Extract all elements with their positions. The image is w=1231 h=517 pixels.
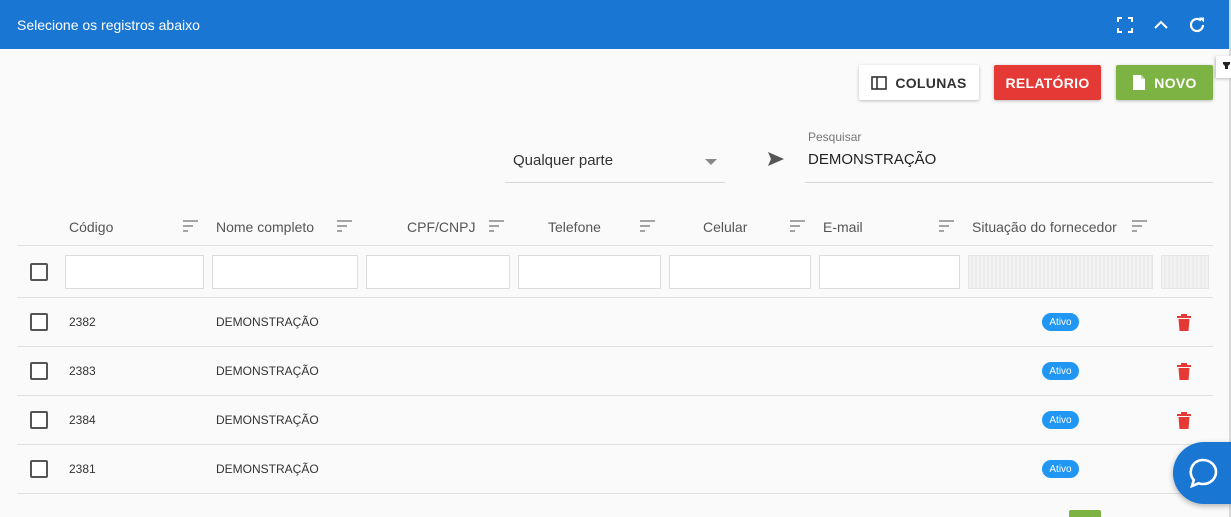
sort-icon[interactable] [489,220,504,232]
chevron-up-icon[interactable] [1152,16,1170,34]
status-badge: Ativo [1042,460,1079,478]
row-checkbox[interactable] [30,460,48,478]
pin-icon [1223,62,1230,69]
table-header: Código Nome completo CPF/CNPJ Telefone C… [17,210,1213,246]
report-label: RELATÓRIO [1005,74,1090,91]
row-code: 2382 [69,315,96,329]
table-row[interactable]: 2381 DEMONSTRAÇÃO Ativo [17,445,1213,494]
table-row[interactable]: 2382 DEMONSTRAÇÃO Ativo [17,298,1213,347]
filter-cpf-input[interactable] [366,255,510,289]
sort-icon[interactable] [790,220,805,232]
sort-icon[interactable] [939,220,954,232]
window-header: Selecione os registros abaixo [0,0,1229,49]
search-mode-select[interactable]: Qualquer parte [505,140,725,183]
sort-icon[interactable] [640,220,655,232]
caret-down-icon [705,159,717,165]
trash-icon[interactable] [1176,411,1192,430]
search-field[interactable]: Pesquisar [805,127,1213,183]
row-name: DEMONSTRAÇÃO [216,413,319,427]
sort-icon[interactable] [337,220,352,232]
select-all-checkbox[interactable] [30,263,48,281]
column-header-codigo[interactable]: Código [69,219,113,235]
filter-celular-input[interactable] [669,255,811,289]
column-header-nome[interactable]: Nome completo [216,219,314,235]
search-label: Pesquisar [808,130,862,144]
columns-icon [871,75,888,90]
row-code: 2381 [69,462,96,476]
pin-tab[interactable] [1216,56,1231,78]
filter-telefone-input[interactable] [518,255,661,289]
sort-icon[interactable] [1132,220,1147,232]
column-header-situacao[interactable]: Situação do fornecedor [972,219,1117,235]
page-title: Selecione os registros abaixo [17,17,200,33]
status-badge: Ativo [1042,411,1079,429]
file-icon [1133,75,1146,90]
row-checkbox[interactable] [30,411,48,429]
search-input[interactable] [808,151,1208,168]
table-row[interactable]: 2384 DEMONSTRAÇÃO Ativo [17,396,1213,445]
refresh-icon[interactable] [1188,16,1206,34]
filter-row [17,246,1213,298]
column-header-celular[interactable]: Celular [703,219,747,235]
status-badge: Ativo [1042,362,1079,380]
chat-widget-button[interactable] [1173,442,1231,504]
column-header-email[interactable]: E-mail [823,219,863,235]
row-name: DEMONSTRAÇÃO [216,364,319,378]
columns-button[interactable]: COLUNAS [859,65,979,100]
filter-email-input[interactable] [819,255,960,289]
new-label: NOVO [1154,74,1197,91]
row-name: DEMONSTRAÇÃO [216,315,319,329]
column-header-cpf[interactable]: CPF/CNPJ [407,219,475,235]
row-code: 2383 [69,364,96,378]
status-badge: Ativo [1042,313,1079,331]
row-name: DEMONSTRAÇÃO [216,462,319,476]
row-checkbox[interactable] [30,313,48,331]
filter-codigo-input[interactable] [65,255,204,289]
search-mode-value: Qualquer parte [513,152,614,169]
fullscreen-icon[interactable] [1116,16,1134,34]
new-button[interactable]: NOVO [1116,65,1213,100]
pagination-button[interactable] [1069,510,1101,517]
column-header-telefone[interactable]: Telefone [548,219,601,235]
filter-actions-cell [1161,255,1209,289]
table-row[interactable]: 2383 DEMONSTRAÇÃO Ativo [17,347,1213,396]
columns-label: COLUNAS [895,74,967,91]
report-button[interactable]: RELATÓRIO [994,65,1101,100]
chat-bubble-icon [1189,458,1218,488]
filter-nome-input[interactable] [212,255,358,289]
trash-icon[interactable] [1176,313,1192,332]
row-code: 2384 [69,413,96,427]
filter-situacao-input [968,255,1153,289]
trash-icon[interactable] [1176,362,1192,381]
row-checkbox[interactable] [30,362,48,380]
sort-icon[interactable] [183,220,198,232]
send-icon[interactable] [767,151,785,167]
